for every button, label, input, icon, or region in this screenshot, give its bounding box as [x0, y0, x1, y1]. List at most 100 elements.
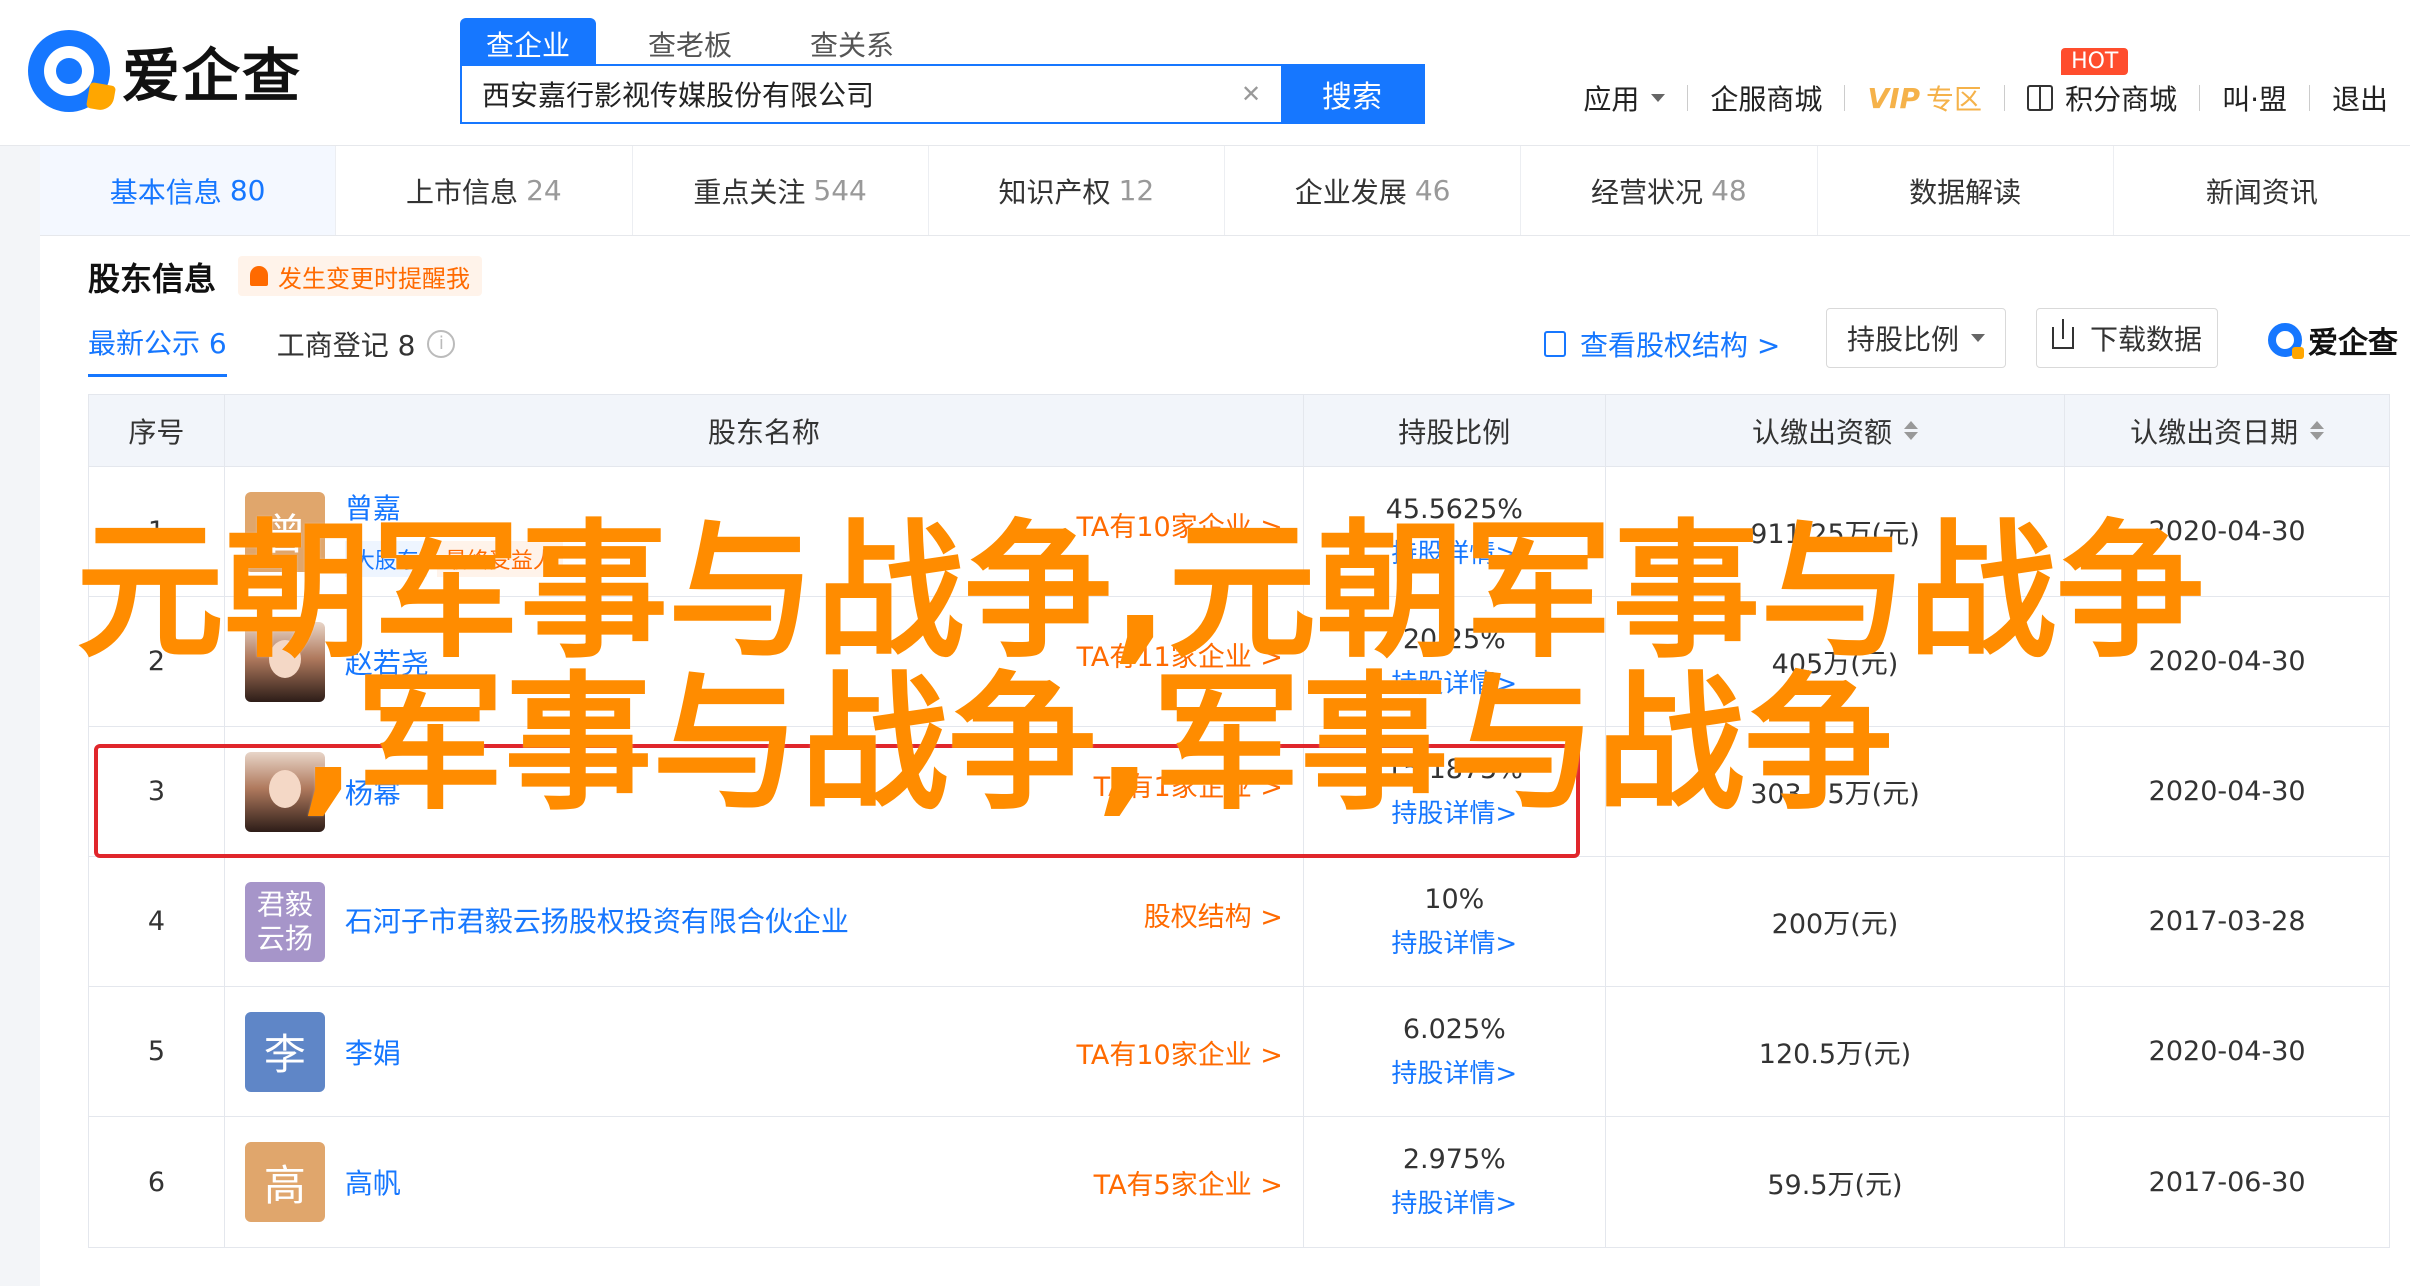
search-box: ✕ 搜索	[460, 64, 1425, 124]
holding-detail-link[interactable]: 持股详情>	[1391, 1183, 1517, 1220]
search-button[interactable]: 搜索	[1281, 66, 1423, 122]
nav-app[interactable]: 应用	[1561, 78, 1687, 118]
tab-latest-public[interactable]: 最新公示 6	[88, 322, 227, 377]
shareholder-info: 曾嘉 大股东 最终受益人	[344, 487, 563, 577]
shareholder-table: 序号 股东名称 持股比例 认缴出资额 认缴出资日期 1 曾 曾嘉 大股东 最终受…	[88, 394, 2390, 1248]
subtab-label: 工商登记 8	[276, 328, 416, 362]
search-input[interactable]	[462, 66, 1221, 122]
ratio-cell: 10% 持股详情>	[1304, 857, 1606, 986]
shareholder-name[interactable]: 石河子市君毅云扬股权投资有限合伙企业	[345, 901, 849, 943]
tab-development[interactable]: 企业发展 46	[1225, 146, 1522, 235]
shareholder-name[interactable]: 杨幂	[345, 772, 401, 812]
ratio-value: 20.25%	[1402, 623, 1506, 655]
brand-logo[interactable]: 爱企查	[28, 26, 302, 116]
shareholder-name[interactable]: 赵若尧	[345, 642, 429, 682]
tab-label: 上市信息	[406, 175, 519, 209]
related-companies-link[interactable]: TA有5家企业 >	[1094, 1163, 1283, 1202]
tab-label: 知识产权	[998, 175, 1111, 209]
equity-structure-link[interactable]: 股权结构 >	[1144, 895, 1283, 934]
change-notify-button[interactable]: 发生变更时提醒我	[238, 256, 482, 296]
row-no: 2	[89, 597, 225, 726]
tab-relation[interactable]: 查关系	[784, 18, 920, 64]
tab-key-focus[interactable]: 重点关注 544	[633, 146, 929, 235]
ratio-value: 45.5625%	[1385, 493, 1523, 525]
row-no: 5	[89, 987, 225, 1116]
avatar: 高	[244, 1142, 325, 1222]
amount-cell: 59.5万(元)	[1606, 1117, 2066, 1247]
ratio-cell: 2.975% 持股详情>	[1304, 1117, 1606, 1247]
tab-count: 24	[526, 174, 562, 207]
download-button[interactable]: 下载数据	[2036, 308, 2218, 368]
nav-points-label: 积分商城	[2065, 83, 2178, 116]
shareholder-cell: 赵若尧 TA有11家企业 >	[225, 597, 1304, 726]
holding-detail-link[interactable]: 持股详情>	[1391, 923, 1517, 960]
tab-boss[interactable]: 查老板	[622, 18, 758, 64]
category-tabs: 基本信息 80 上市信息 24 重点关注 544 知识产权 12 企业发展 46 经营状况…	[40, 146, 2410, 236]
tab-ip[interactable]: 知识产权 12	[929, 146, 1225, 235]
search-type-tabs: 查企业 查老板 查关系	[460, 18, 946, 64]
nav-vip-zone[interactable]: VIP 专区	[1845, 78, 2004, 118]
top-header: 爱企查 查企业 查老板 查关系 ✕ 搜索 应用 企服商城 VIP 专区 积分商城…	[0, 0, 2410, 146]
section-title: 股东信息	[88, 260, 217, 298]
clear-icon[interactable]: ✕	[1221, 66, 1281, 122]
related-companies-link[interactable]: TA有10家企业 >	[1077, 505, 1283, 544]
tab-data-analysis[interactable]: 数据解读	[1818, 146, 2114, 235]
shareholder-info: 杨幂	[345, 772, 401, 812]
header-amount[interactable]: 认缴出资额	[1606, 395, 2066, 466]
header-ratio: 持股比例	[1304, 395, 1606, 466]
tab-basic-info[interactable]: 基本信息 80	[40, 146, 337, 235]
vip-label: VIP	[1867, 81, 1921, 115]
tab-operations[interactable]: 经营状况 48	[1521, 146, 1818, 235]
ratio-cell: 6.025% 持股详情>	[1304, 987, 1606, 1116]
tab-listing-info[interactable]: 上市信息 24	[336, 146, 633, 235]
shareholder-name[interactable]: 高帆	[345, 1162, 401, 1202]
header-name: 股东名称	[225, 395, 1304, 466]
shareholder-cell: 李 李娟 TA有10家企业 >	[225, 987, 1304, 1116]
tab-news[interactable]: 新闻资讯	[2114, 146, 2410, 235]
ratio-dropdown[interactable]: 持股比例	[1826, 308, 2006, 368]
holding-detail-link[interactable]: 持股详情>	[1391, 793, 1517, 830]
nav-service-mall[interactable]: 企服商城	[1688, 78, 1844, 118]
brand-name: 爱企查	[122, 42, 303, 110]
header-date[interactable]: 认缴出资日期	[2065, 395, 2389, 466]
date-cell: 2020-04-30	[2148, 516, 2306, 547]
info-icon[interactable]: i	[427, 329, 456, 358]
holding-detail-link[interactable]: 持股详情>	[1391, 663, 1517, 700]
tab-company[interactable]: 查企业	[460, 18, 597, 64]
holding-detail-link[interactable]: 持股详情>	[1391, 1053, 1517, 1090]
nav-points-mall[interactable]: 积分商城 HOT	[2005, 48, 2199, 118]
related-companies-link[interactable]: TA有10家企业 >	[1077, 1033, 1283, 1072]
date-cell: 2017-03-28	[2148, 906, 2306, 937]
logo-icon	[28, 30, 117, 113]
header-date-label: 认缴出资日期	[2130, 415, 2299, 449]
avatar-photo	[244, 751, 325, 832]
nav-more[interactable]: 叫·盟	[2200, 78, 2309, 118]
top-nav: 应用 企服商城 VIP 专区 积分商城 HOT 叫·盟 退出	[1561, 48, 2410, 118]
shareholder-name[interactable]: 李娟	[345, 1032, 401, 1072]
sort-icon	[1903, 421, 1918, 440]
amount-cell: 303.75万(元)	[1606, 727, 2066, 856]
nav-logout[interactable]: 退出	[2310, 78, 2410, 118]
shareholder-cell: 君毅云扬 石河子市君毅云扬股权投资有限合伙企业 股权结构 >	[225, 857, 1304, 986]
amount-cell: 120.5万(元)	[1606, 987, 2066, 1116]
hot-badge: HOT	[2061, 48, 2129, 75]
table-header: 序号 股东名称 持股比例 认缴出资额 认缴出资日期	[89, 395, 2389, 467]
tab-business-registration[interactable]: 工商登记 8 i	[277, 322, 456, 377]
holding-detail-link[interactable]: 持股详情>	[1391, 533, 1517, 570]
date-cell: 2020-04-30	[2148, 776, 2306, 807]
tab-count: 80	[229, 174, 266, 207]
sub-tabs: 最新公示 6 工商登记 8 i	[88, 322, 505, 377]
shareholder-name[interactable]: 曾嘉	[345, 487, 563, 527]
tab-label: 重点关注	[693, 175, 806, 209]
download-label: 下载数据	[2089, 323, 2202, 356]
amount-cell: 405万(元)	[1606, 597, 2066, 726]
tab-count: 12	[1118, 174, 1155, 207]
tab-label: 企业发展	[1294, 175, 1407, 209]
tab-label: 经营状况	[1591, 175, 1704, 209]
related-companies-link[interactable]: TA有11家企业 >	[1077, 635, 1283, 674]
ratio-value: 10%	[1424, 883, 1485, 915]
related-companies-link[interactable]: TA有1家企业 >	[1094, 765, 1283, 804]
view-equity-structure-link[interactable]: 查看股权结构 >	[1544, 324, 1780, 364]
struct-link-label: 查看股权结构 >	[1580, 329, 1781, 362]
download-icon	[2051, 319, 2074, 349]
